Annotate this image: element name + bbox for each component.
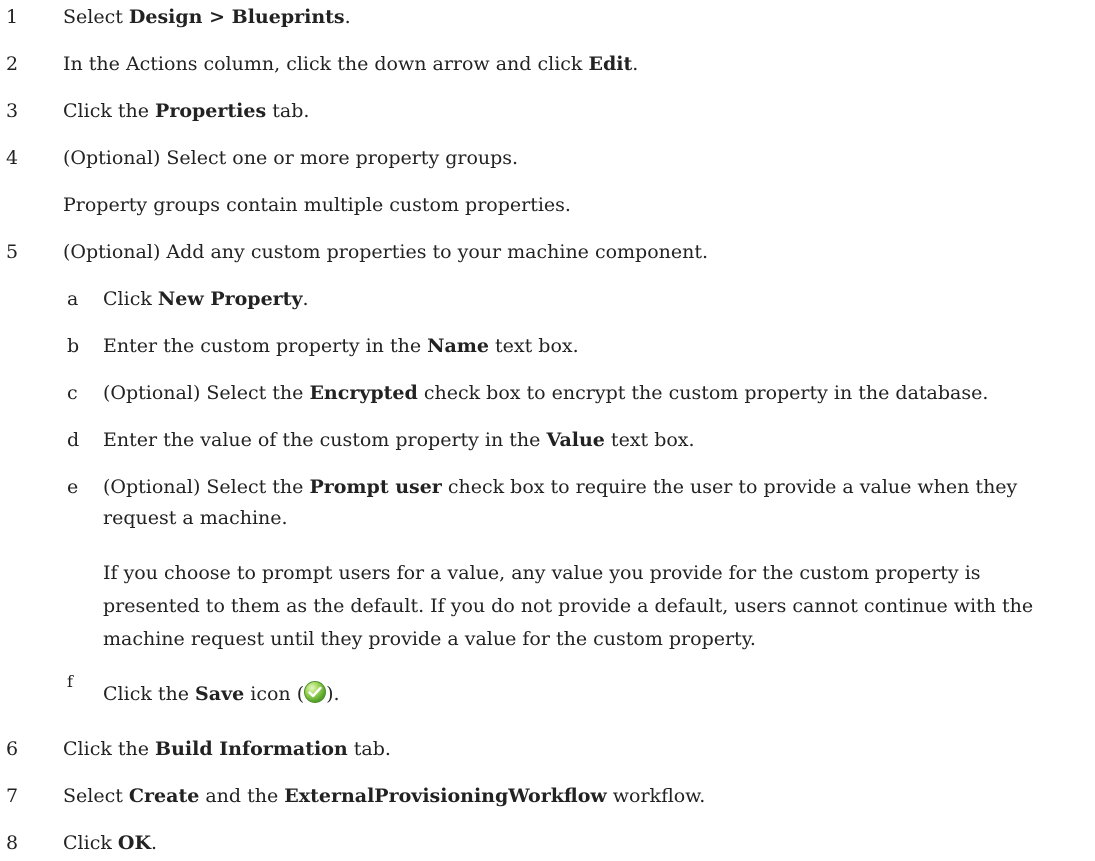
step-number: 2 (6, 53, 19, 75)
step-text: Click OK. (63, 832, 158, 854)
ui-reference: Edit (588, 53, 633, 75)
substep-e-note-line-2: presented to them as the default. If you… (103, 595, 1034, 617)
checkmark-icon (308, 686, 322, 698)
ui-reference: Design > Blueprints (128, 6, 345, 28)
step-text: Click the Properties tab. (63, 100, 310, 122)
ui-reference: Name (427, 335, 489, 357)
document-page: 1 Select Design > Blueprints. 2 In the A… (0, 0, 1095, 861)
substep-text: Click New Property. (103, 288, 309, 310)
save-check-icon (304, 681, 327, 703)
substep-letter: e (67, 476, 79, 498)
ui-reference: OK (117, 832, 151, 854)
substep-letter: b (67, 335, 80, 357)
step-text: (Optional) Select one or more property g… (63, 147, 519, 169)
substep-text: Click the Save icon (). (103, 681, 340, 705)
step-number: 8 (6, 832, 19, 854)
step-text: Select Design > Blueprints. (63, 6, 351, 28)
substep-e-continuation: request a machine. (103, 507, 288, 529)
step-number: 1 (6, 6, 19, 28)
substep-letter: c (67, 382, 78, 404)
step-number: 4 (6, 147, 19, 169)
ui-reference: New Property (157, 288, 303, 310)
substep-text: (Optional) Select the Encrypted check bo… (103, 382, 989, 404)
substep-e-note-line-1: If you choose to prompt users for a valu… (103, 562, 981, 584)
ui-reference: Properties (155, 100, 267, 122)
ui-reference: Prompt user (309, 476, 442, 498)
step-text: Click the Build Information tab. (63, 738, 391, 760)
step-text: In the Actions column, click the down ar… (63, 53, 639, 75)
step-number: 6 (6, 738, 19, 760)
step-number: 7 (6, 785, 19, 807)
step-text: (Optional) Add any custom properties to … (63, 241, 709, 263)
substep-text: Enter the value of the custom property i… (103, 429, 695, 451)
ui-reference: Value (546, 429, 605, 451)
substep-text: Enter the custom property in the Name te… (103, 335, 579, 357)
ui-reference: Save (195, 683, 245, 705)
substep-e-note-line-3: machine request until they provide a val… (103, 628, 756, 650)
step-text: Select Create and the ExternalProvisioni… (63, 785, 706, 807)
step-number: 5 (6, 241, 19, 263)
step-number: 3 (6, 100, 19, 122)
substep-text: (Optional) Select the Prompt user check … (103, 476, 1018, 498)
substep-letter: a (67, 288, 79, 310)
step-4-note: Property groups contain multiple custom … (63, 194, 571, 216)
ui-reference: Build Information (155, 738, 348, 760)
substep-letter: d (67, 429, 80, 451)
ui-reference: Encrypted (309, 382, 418, 404)
ui-reference: Create (128, 785, 200, 807)
ui-reference: ExternalProvisioningWorkflow (284, 785, 607, 807)
substep-letter: f (67, 672, 73, 691)
